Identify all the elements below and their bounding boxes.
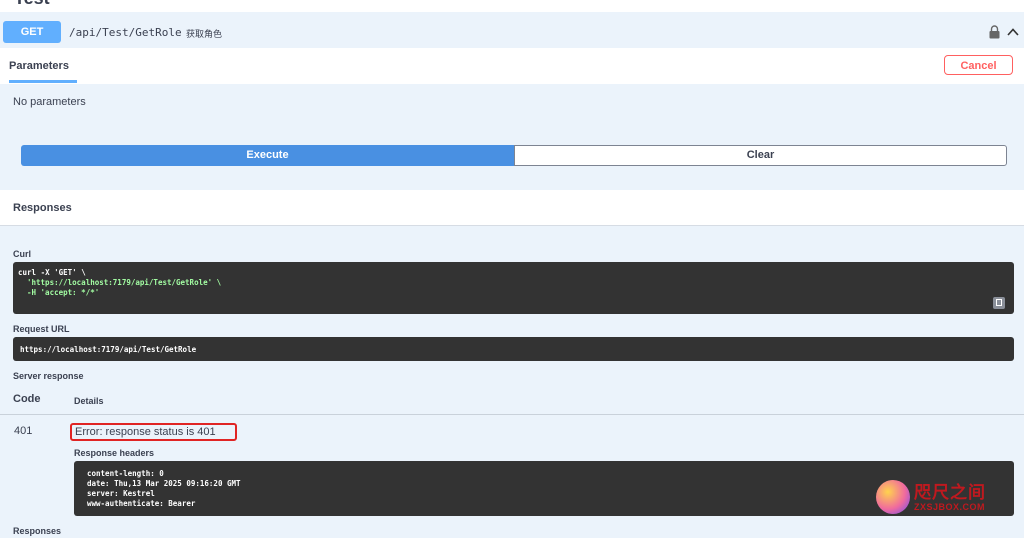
response-headers-label: Response headers	[74, 448, 155, 458]
request-url-value: https://localhost:7179/api/Test/GetRole	[20, 345, 197, 354]
code-column-header: Code	[13, 393, 41, 405]
copy-icon[interactable]	[993, 297, 1005, 309]
response-code: 401	[14, 425, 33, 437]
curl-line: -H 'accept: */*'	[27, 288, 100, 297]
operation-summary[interactable]: GET /api/Test/GetRole 获取角色	[0, 17, 1024, 49]
section-title[interactable]: Test	[14, 0, 50, 9]
error-message: Error: response status is 401	[70, 423, 237, 441]
lock-icon[interactable]	[989, 25, 1000, 39]
response-header-line: www-authenticate: Bearer	[87, 499, 196, 508]
response-header-line: server: Kestrel	[87, 489, 155, 498]
tab-active-indicator	[9, 80, 77, 83]
request-url-block[interactable]: https://localhost:7179/api/Test/GetRole	[13, 337, 1014, 361]
no-parameters-text: No parameters	[13, 96, 86, 108]
curl-line: 'https://localhost:7179/api/Test/GetRole…	[27, 278, 222, 287]
operation-path: /api/Test/GetRole	[69, 26, 182, 39]
response-header-line: content-length: 0	[87, 469, 164, 478]
execute-button[interactable]: Execute	[21, 145, 514, 166]
watermark-en-text: ZXSJBOX.COM	[914, 502, 986, 512]
chevron-up-icon[interactable]	[1006, 25, 1020, 39]
watermark: 咫尺之间 ZXSJBOX.COM	[876, 478, 1016, 518]
watermark-cn-text: 咫尺之间	[914, 483, 986, 503]
server-response-label: Server response	[13, 371, 84, 381]
tab-parameters[interactable]: Parameters	[9, 60, 69, 72]
curl-label: Curl	[13, 249, 31, 259]
watermark-logo-icon	[876, 480, 910, 514]
section-header-strip: Test	[0, 0, 1024, 12]
table-divider	[0, 414, 1024, 415]
curl-code-block[interactable]: curl -X 'GET' \ 'https://localhost:7179/…	[13, 262, 1014, 314]
responses-bottom-label: Responses	[13, 526, 62, 536]
response-header-line: date: Thu,13 Mar 2025 09:16:20 GMT	[87, 479, 241, 488]
responses-title: Responses	[13, 202, 72, 214]
method-badge: GET	[3, 21, 61, 43]
parameters-header: Parameters	[0, 48, 1024, 84]
request-url-label: Request URL	[13, 324, 70, 334]
clear-button[interactable]: Clear	[514, 145, 1007, 166]
cancel-button[interactable]: Cancel	[944, 55, 1013, 75]
response-headers-block[interactable]: content-length: 0 date: Thu,13 Mar 2025 …	[74, 461, 1014, 516]
curl-line: curl -X 'GET' \	[18, 268, 86, 277]
responses-header: Responses	[0, 190, 1024, 226]
details-column-header: Details	[74, 396, 104, 406]
operation-description: 获取角色	[186, 29, 223, 39]
